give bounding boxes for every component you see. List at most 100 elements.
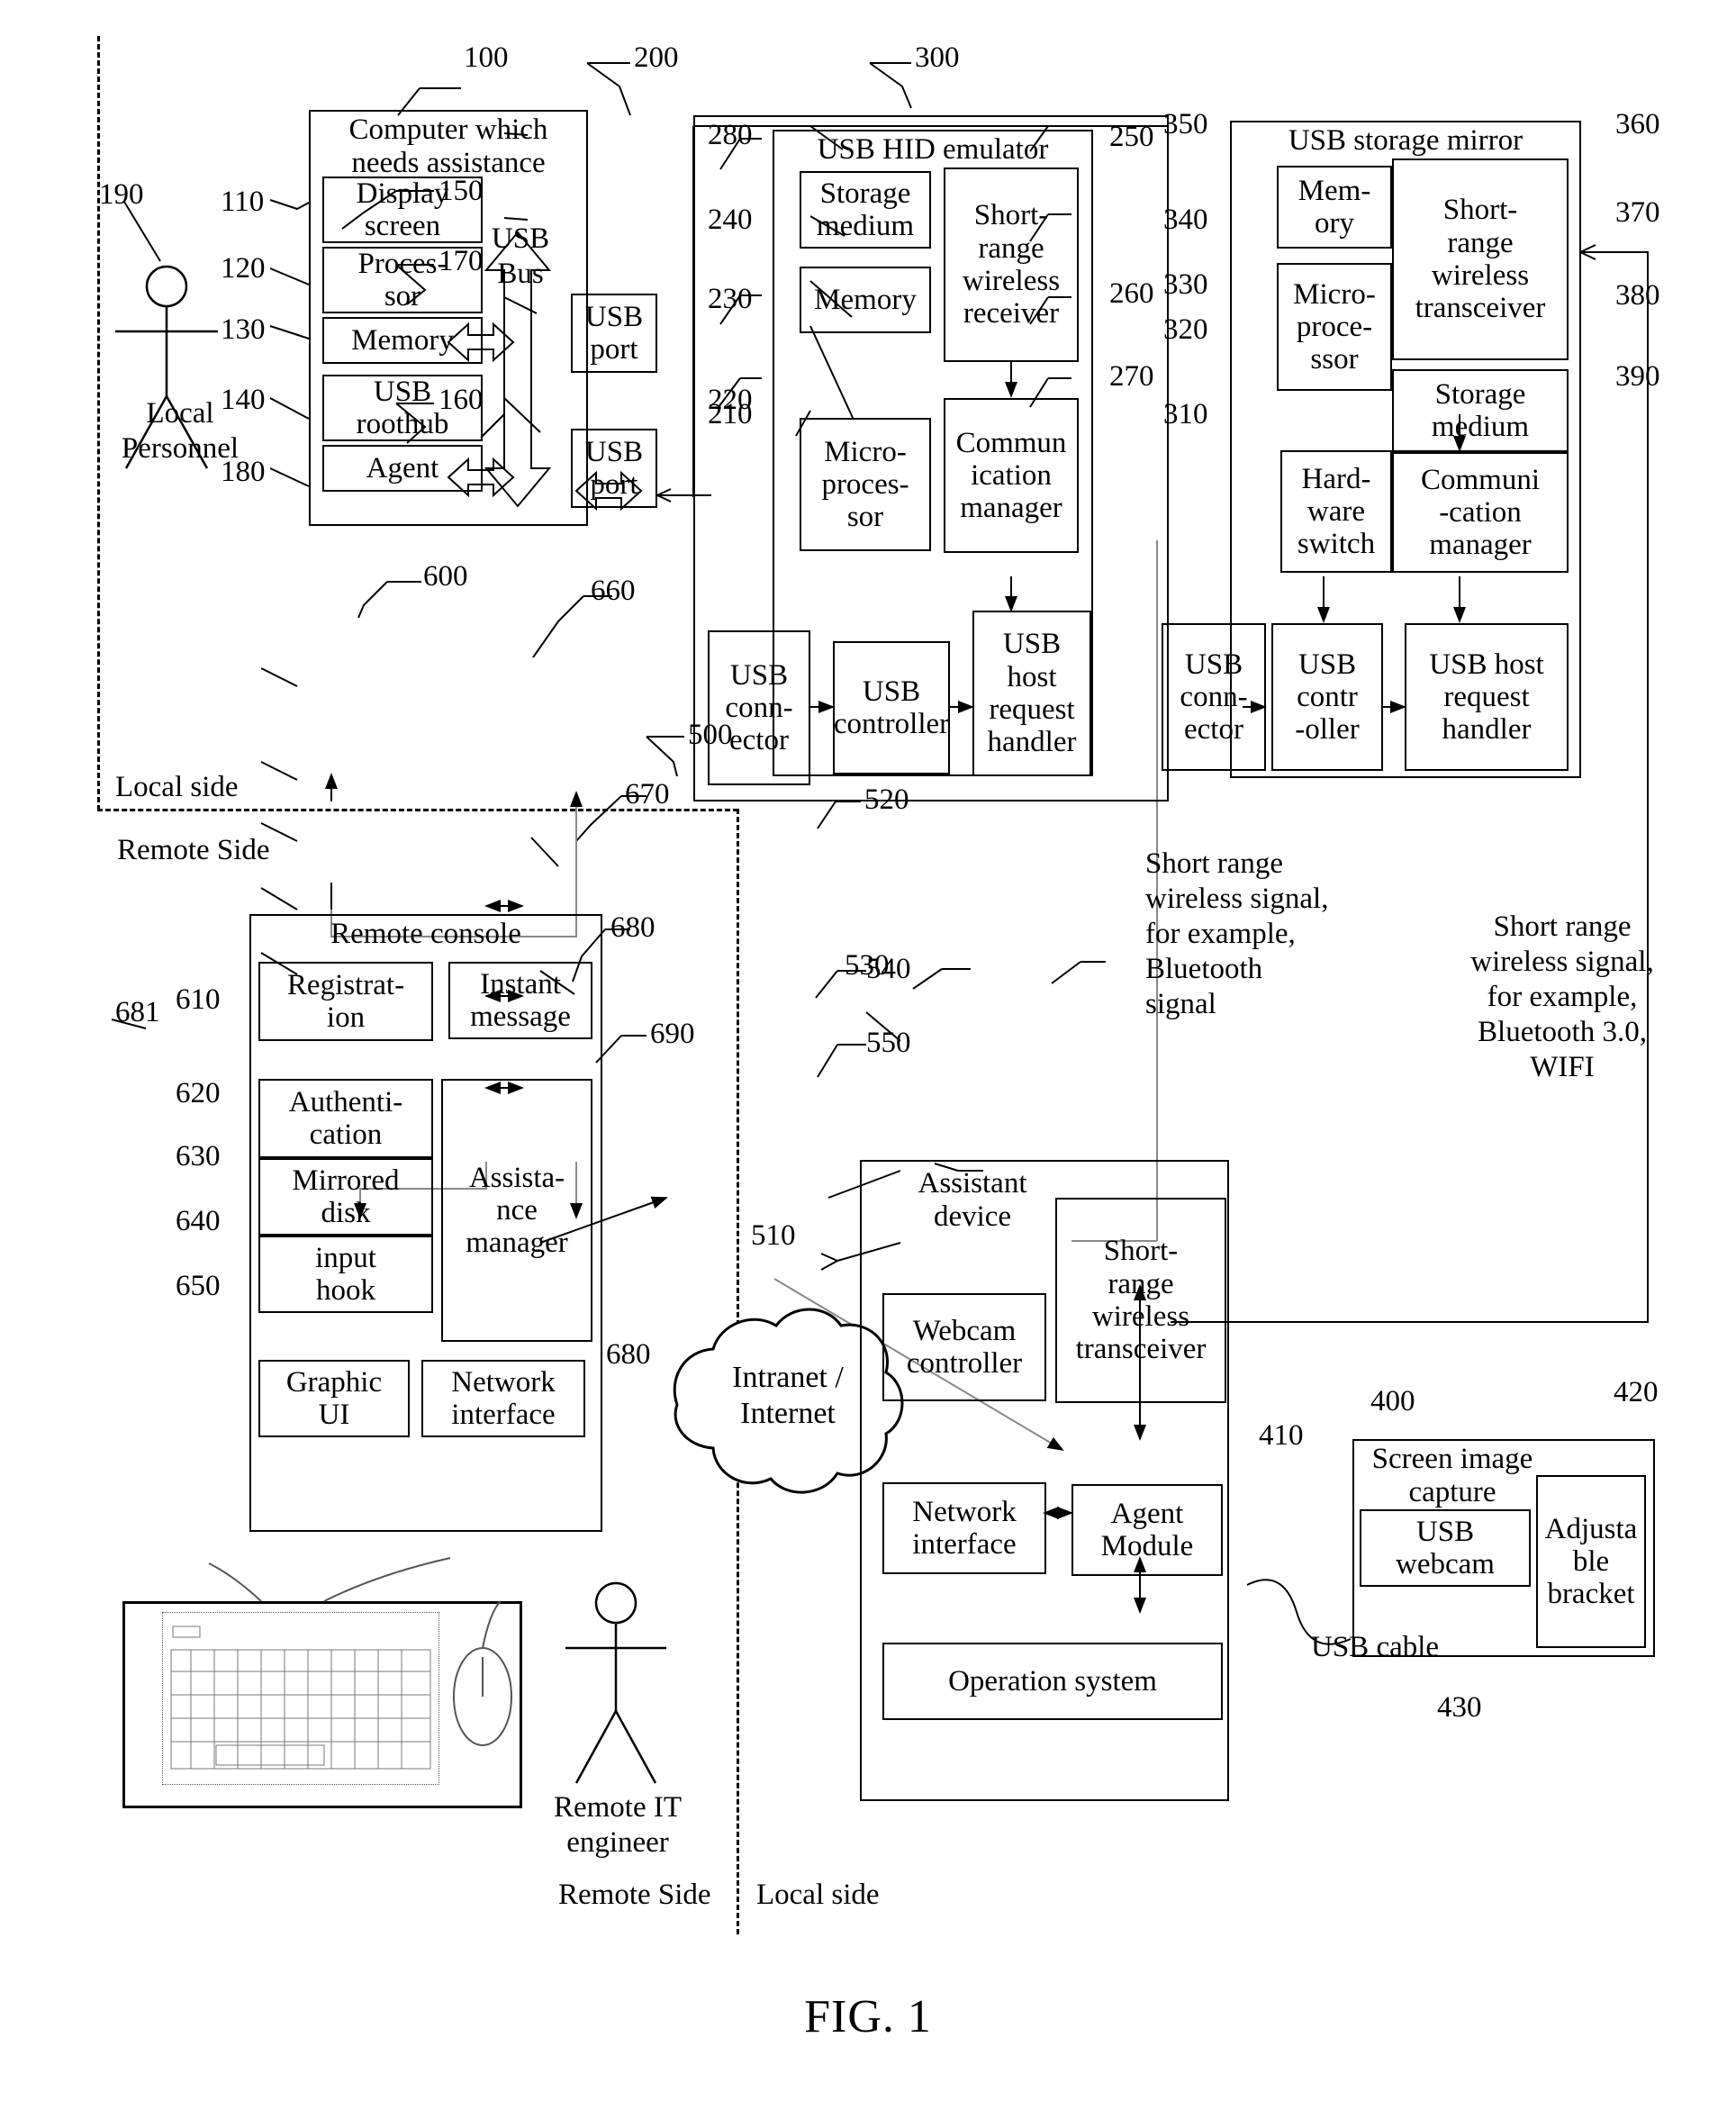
ref-510: 510 [751, 1219, 796, 1252]
ref-260: 260 [1109, 277, 1154, 310]
usb-bus-label: USB Bus [491, 222, 550, 290]
ref-190: 190 [99, 178, 144, 211]
hid-emulator-title: USB HID emulator [817, 133, 1049, 166]
ref-280: 280 [708, 119, 753, 151]
ref-640: 640 [176, 1205, 221, 1237]
hardware-switch-330-block: Hard- ware switch [1280, 450, 1392, 573]
ref-110: 110 [221, 186, 265, 218]
ref-400: 400 [1370, 1385, 1415, 1417]
ref-630: 630 [176, 1140, 221, 1173]
registration-610-block: Registrat- ion [258, 962, 433, 1041]
ref-681: 681 [115, 996, 160, 1028]
ref-410: 410 [1259, 1419, 1304, 1452]
wireless-transceiver-520-block: Short- range wireless transceiver [1055, 1198, 1226, 1403]
mirrored-disk-630-block: Mirrored disk [258, 1158, 433, 1236]
figure-caption: FIG. 1 [804, 1991, 932, 2042]
screen-image-capture-title: Screen image capture [1371, 1443, 1533, 1508]
ref-320: 320 [1163, 313, 1208, 346]
ref-670: 670 [625, 778, 670, 810]
keyboard-body [162, 1612, 439, 1785]
ref-100: 100 [464, 41, 509, 74]
ref-250: 250 [1109, 121, 1154, 153]
ref-360: 360 [1615, 108, 1660, 140]
ref-680-console: 680 [610, 911, 656, 944]
webcam-controller-510-block: Webcam controller [882, 1293, 1046, 1401]
ref-170: 170 [439, 245, 484, 277]
label-remote-side-top: Remote Side [117, 834, 270, 866]
graphic-ui-650-block: Graphic UI [258, 1360, 410, 1437]
ref-140: 140 [221, 384, 266, 416]
computer-title: Computer which needs assistance [348, 113, 548, 179]
memory-240-block: Memory [800, 267, 931, 333]
usb-controller-320-block: USB contr -oller [1271, 623, 1383, 771]
ref-690: 690 [650, 1018, 695, 1050]
ref-300: 300 [915, 41, 960, 74]
usb-port-170-block: USB port [571, 294, 657, 373]
authentication-620-block: Authenti- cation [258, 1079, 433, 1158]
label-local-side-top: Local side [115, 771, 239, 803]
storage-medium-280-block: Storage medium [800, 171, 931, 249]
ref-380: 380 [1615, 279, 1660, 312]
label-remote-it-engineer: Remote IT engineer [553, 1791, 683, 1859]
input-hook-640-block: input hook [258, 1236, 433, 1313]
network-interface-530-block: Network interface [882, 1482, 1046, 1574]
ref-660: 660 [591, 575, 636, 607]
ref-210: 210 [708, 398, 753, 430]
ref-420: 420 [1614, 1376, 1659, 1408]
usb-connector-210-block: USB conn- ector [708, 630, 810, 785]
adjustable-bracket-420-block: Adjusta ble bracket [1536, 1475, 1646, 1648]
usb-host-request-handler-270-block: USB host request handler [972, 611, 1091, 776]
ref-650: 650 [176, 1270, 221, 1302]
ref-500: 500 [688, 719, 733, 751]
assistance-manager-670-block: Assista- nce manager [441, 1079, 592, 1342]
storage-mirror-title: USB storage mirror [1288, 124, 1524, 157]
ref-310: 310 [1163, 398, 1208, 430]
ref-130: 130 [221, 313, 266, 346]
microprocessor-340-block: Micro- proce- ssor [1277, 263, 1392, 391]
communication-manager-260-block: Commun ication manager [944, 398, 1079, 553]
ref-340: 340 [1163, 204, 1208, 236]
memory-block: Memory [322, 317, 483, 364]
remote-console-title: Remote console [330, 918, 521, 950]
agent-module-540-block: Agent Module [1071, 1484, 1223, 1576]
ref-550: 550 [866, 1027, 911, 1059]
communication-manager-380-block: Communi -cation manager [1392, 452, 1569, 573]
annotation-bluetooth30-wifi-signal: Short range wireless signal, for example… [1470, 910, 1654, 1083]
ref-390: 390 [1615, 360, 1660, 393]
usb-host-request-handler-390-block: USB host request handler [1405, 623, 1569, 771]
label-local-side-bottom: Local side [756, 1879, 880, 1911]
assistant-device-title: Assistant device [918, 1167, 1027, 1233]
ref-200: 200 [634, 41, 679, 74]
ref-240: 240 [708, 204, 753, 236]
agent-block: Agent [322, 445, 483, 492]
ref-330: 330 [1163, 268, 1208, 301]
ref-180: 180 [221, 456, 266, 488]
ref-520: 520 [864, 783, 909, 816]
usb-webcam-410-block: USB webcam [1360, 1509, 1531, 1587]
storage-medium-370-block: Storage medium [1392, 369, 1569, 452]
usb-connector-310-block: USB conn- ector [1162, 623, 1266, 771]
ref-370: 370 [1615, 196, 1660, 229]
label-remote-side-bottom: Remote Side [558, 1879, 711, 1911]
operation-system-550-block: Operation system [882, 1643, 1223, 1720]
microprocessor-230-block: Micro- proces- sor [800, 418, 931, 551]
annotation-bluetooth-signal: Short range wireless signal, for example… [1145, 847, 1329, 1020]
instant-message-660-block: Instant message [448, 962, 592, 1039]
ref-350: 350 [1163, 108, 1208, 140]
patent-figure-page: Local side Remote Side Remote Side Local… [0, 0, 1736, 2128]
ref-160: 160 [439, 384, 484, 416]
usb-cable-label: USB cable [1311, 1631, 1440, 1663]
usb-controller-220-block: USB controller [833, 641, 950, 774]
ref-230: 230 [708, 283, 753, 315]
ref-120: 120 [221, 252, 266, 285]
ref-540: 540 [866, 953, 911, 985]
usb-port-160-block: USB port [571, 429, 657, 508]
wireless-transceiver-360-block: Short- range wireless transceiver [1392, 158, 1569, 360]
ref-600: 600 [423, 560, 468, 593]
ref-430: 430 [1437, 1691, 1482, 1724]
ref-270: 270 [1109, 360, 1154, 393]
memory-350-block: Mem- ory [1277, 166, 1392, 249]
ref-150: 150 [439, 175, 484, 207]
wireless-receiver-250-block: Short- range wireless receiver [944, 168, 1079, 362]
ref-620: 620 [176, 1077, 221, 1109]
